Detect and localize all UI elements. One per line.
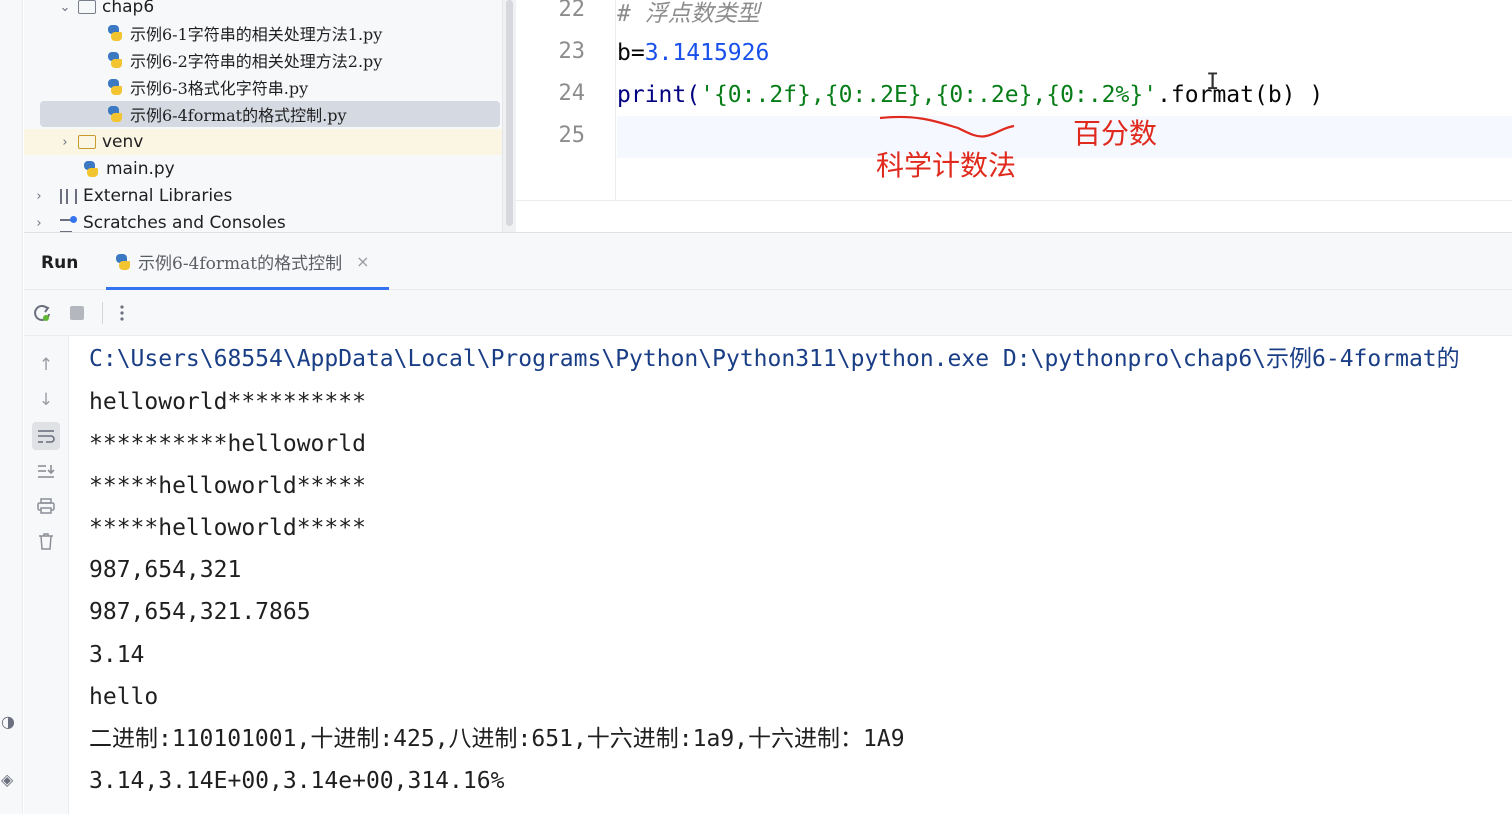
console-line: *****helloworld***** (89, 515, 366, 541)
arrow-up-icon: ↑ (38, 355, 54, 375)
library-icon (60, 188, 77, 204)
tool-icon[interactable]: ◈ (1, 770, 13, 789)
tree-file[interactable]: 示例6-2字符串的相关处理方法2.py (24, 47, 502, 73)
python-file-icon (106, 51, 124, 69)
line-number: 25 (558, 123, 586, 148)
code-line-23[interactable]: b= 3.1415926 (617, 32, 1512, 74)
file-label: 示例6-4format的格式控制.py (130, 106, 347, 125)
tree-file-main[interactable]: main.py (24, 156, 502, 182)
code-comment: # 浮点数类型 (617, 1, 760, 27)
console-output[interactable]: C:\Users\68554\AppData\Local\Programs\Py… (70, 336, 1512, 814)
scroll-down-button[interactable]: ↓ (32, 386, 60, 414)
more-options-button[interactable] (110, 301, 134, 325)
file-label: 示例6-1字符串的相关处理方法1.py (130, 25, 383, 44)
scroll-to-end-button[interactable] (32, 457, 60, 485)
stop-icon (70, 306, 84, 320)
soft-wrap-icon (38, 430, 55, 443)
console-line: helloworld********** (89, 389, 366, 415)
text-cursor-icon: I (1206, 70, 1220, 95)
toolbar-divider (102, 302, 103, 324)
trash-icon (39, 533, 53, 550)
folder-icon (78, 0, 96, 14)
chevron-right-icon[interactable]: › (32, 189, 46, 204)
scroll-up-button[interactable]: ↑ (32, 351, 60, 379)
code-line-22[interactable]: # 浮点数类型 (617, 0, 1512, 32)
console-line: hello (89, 684, 159, 710)
code-string: '{0:.2f},{0:.2E},{0:.2e},{0:.2%}' (700, 82, 1158, 108)
file-label: 示例6-3格式化字符串.py (130, 79, 309, 98)
tree-external-libraries[interactable]: › External Libraries (24, 183, 502, 209)
console-line: 987,654,321 (89, 557, 242, 583)
print-button[interactable] (32, 492, 60, 520)
console-line: C:\Users\68554\AppData\Local\Programs\Py… (89, 346, 1460, 372)
console-line: *****helloworld***** (89, 473, 366, 499)
run-tab[interactable]: 示例6-4format的格式控制 × (106, 233, 391, 290)
annotation-percent: 百分数 (1073, 117, 1158, 150)
clear-all-button[interactable] (32, 527, 60, 555)
soft-wrap-button[interactable] (32, 422, 60, 450)
code-function: print( (617, 82, 701, 108)
scratches-icon (60, 215, 77, 232)
stop-button[interactable] (65, 301, 89, 325)
close-icon[interactable]: × (356, 252, 369, 271)
tree-file[interactable]: 示例6-1字符串的相关处理方法1.py (24, 20, 502, 46)
line-number: 22 (558, 0, 586, 22)
scroll-to-end-icon (38, 465, 55, 478)
folder-label: venv (102, 132, 144, 152)
tree-scratches[interactable]: › Scratches and Consoles (24, 210, 502, 232)
chevron-down-icon[interactable]: ⌄ (58, 0, 72, 15)
tree-scrollbar[interactable] (502, 0, 516, 232)
printer-icon (37, 498, 55, 514)
folder-icon (78, 135, 96, 149)
console-line: 987,654,321.7865 (89, 599, 311, 625)
run-tab-label: 示例6-4format的格式控制 (138, 254, 343, 274)
line-number: 23 (558, 39, 586, 64)
code-editor[interactable]: 22 23 24 25 # 浮点数类型 b= 3.1415926 print('{… (516, 0, 1512, 232)
line-number: 24 (558, 81, 586, 106)
tree-file[interactable]: 示例6-3格式化字符串.py (24, 74, 502, 100)
tree-file-selected[interactable]: 示例6-4format的格式控制.py (40, 101, 500, 127)
scrollbar-thumb[interactable] (506, 0, 513, 226)
annotation-underline (879, 115, 1015, 138)
code-call: .format(b) ) (1157, 82, 1324, 108)
file-label: main.py (106, 159, 175, 179)
tool-icon[interactable]: ◑ (1, 712, 15, 731)
scratches-label: Scratches and Consoles (83, 213, 286, 232)
run-toolbar (24, 290, 1512, 336)
console-line: 3.14,3.14E+00,3.14e+00,314.16% (89, 768, 505, 794)
rerun-icon (34, 305, 50, 321)
code-var: b= (617, 40, 645, 66)
annotation-scientific: 科学计数法 (876, 149, 1017, 182)
tree-folder-venv[interactable]: › venv (24, 129, 502, 155)
libraries-label: External Libraries (83, 186, 233, 206)
console-line: 二进制:110101001,十进制:425,八进制:651,十六进制:1a9,十… (89, 726, 905, 752)
console-line: 3.14 (89, 642, 145, 668)
folder-label: chap6 (102, 0, 155, 17)
file-label: 示例6-2字符串的相关处理方法2.py (130, 52, 383, 71)
chevron-right-icon[interactable]: › (58, 135, 72, 150)
rerun-button[interactable] (30, 301, 54, 325)
console-side-toolbar: ↑ ↓ (24, 336, 69, 814)
line-gutter: 22 23 24 25 (516, 0, 616, 200)
python-file-icon (106, 78, 124, 96)
run-title: Run (41, 253, 79, 273)
tree-folder-chap6[interactable]: ⌄ chap6 (24, 0, 502, 20)
python-file-icon (114, 253, 132, 271)
code-line-25[interactable] (617, 116, 1512, 158)
python-file-icon (106, 105, 124, 123)
code-line-24[interactable]: print('{0:.2f},{0:.2E},{0:.2e},{0:.2%}'.… (617, 74, 1512, 116)
run-panel-header: Run 示例6-4format的格式控制 × (24, 232, 1512, 290)
python-file-icon (82, 160, 100, 178)
project-tree: ⌄ chap6 示例6-1字符串的相关处理方法1.py 示例6-2字符串的相关处… (24, 0, 502, 232)
arrow-down-icon: ↓ (38, 390, 54, 410)
chevron-right-icon[interactable]: › (32, 216, 46, 231)
python-file-icon (106, 24, 124, 42)
more-vertical-icon (120, 305, 124, 321)
left-tool-strip: ◑ ◈ (0, 0, 23, 814)
code-number: 3.1415926 (644, 40, 770, 66)
console-line: **********helloworld (89, 431, 366, 457)
editor-bottom-area (516, 200, 1512, 232)
